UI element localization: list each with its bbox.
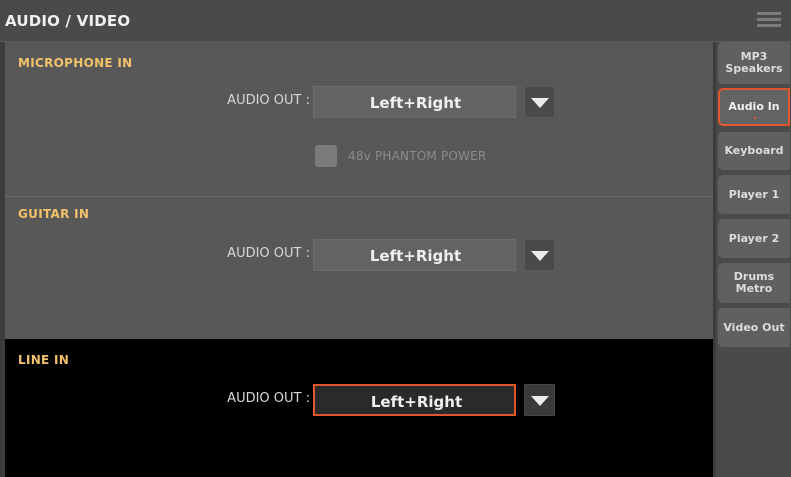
main-content: MICROPHONE IN AUDIO OUT : Left+Right 48v…	[5, 42, 713, 477]
tab-label: MP3 Speakers	[725, 50, 783, 75]
audio-out-value: Left+Right	[369, 247, 462, 265]
chevron-down-icon	[531, 396, 549, 406]
title-bar: AUDIO / VIDEO	[0, 0, 791, 42]
audio-out-label: AUDIO OUT :	[227, 246, 310, 261]
microphone-audio-out-select[interactable]: Left+Right	[313, 86, 555, 118]
audio-out-field[interactable]: Left+Right	[313, 239, 516, 271]
tab-audio-in[interactable]: Audio In	[718, 88, 790, 126]
section-title: GUITAR IN	[18, 207, 90, 221]
page-title: AUDIO / VIDEO	[5, 12, 131, 30]
audio-out-label: AUDIO OUT :	[227, 93, 310, 108]
phantom-power-label: 48v PHANTOM POWER	[348, 149, 487, 163]
section-line-in: LINE IN AUDIO OUT : Left+Right	[5, 339, 713, 477]
tab-video-out[interactable]: Video Out	[718, 308, 790, 347]
guitar-audio-out-select[interactable]: Left+Right	[313, 239, 555, 271]
tab-mp3-speakers[interactable]: MP3 Speakers	[718, 42, 790, 84]
tab-drums-metro[interactable]: Drums Metro	[718, 263, 790, 303]
section-title: MICROPHONE IN	[18, 56, 133, 70]
chevron-down-icon	[531, 251, 549, 261]
chevron-down-icon	[531, 98, 549, 108]
audio-out-field[interactable]: Left+Right	[313, 86, 516, 118]
tab-label: Audio In	[728, 100, 780, 113]
tab-label: Keyboard	[724, 144, 784, 157]
tab-player-1[interactable]: Player 1	[718, 175, 790, 214]
audio-out-value: Left+Right	[369, 94, 462, 112]
tab-label: Player 1	[728, 187, 780, 201]
tab-player-2[interactable]: Player 2	[718, 219, 790, 258]
dropdown-button[interactable]	[524, 384, 555, 416]
tab-label: Player 2	[728, 231, 780, 245]
tab-keyboard[interactable]: Keyboard	[718, 132, 790, 170]
menu-icon-bar	[757, 24, 781, 27]
active-indicator	[754, 117, 756, 119]
dropdown-button[interactable]	[524, 86, 555, 118]
audio-out-value: Left+Right	[370, 393, 463, 411]
section-microphone-in: MICROPHONE IN AUDIO OUT : Left+Right 48v…	[5, 42, 713, 197]
checkbox-box[interactable]	[315, 145, 337, 167]
menu-icon[interactable]	[752, 9, 786, 34]
section-guitar-in: GUITAR IN AUDIO OUT : Left+Right	[5, 197, 713, 339]
tab-label: Video Out	[723, 320, 785, 334]
section-title: LINE IN	[18, 353, 70, 367]
menu-icon-bar	[757, 18, 781, 21]
tab-label: Drums Metro	[733, 270, 775, 295]
side-tabs: MP3 Speakers Audio In Keyboard Player 1 …	[716, 42, 791, 477]
line-audio-out-select[interactable]: Left+Right	[313, 384, 555, 416]
dropdown-button[interactable]	[524, 239, 555, 271]
menu-icon-bar	[757, 12, 781, 15]
audio-out-field[interactable]: Left+Right	[313, 384, 516, 416]
audio-out-label: AUDIO OUT :	[227, 391, 310, 406]
